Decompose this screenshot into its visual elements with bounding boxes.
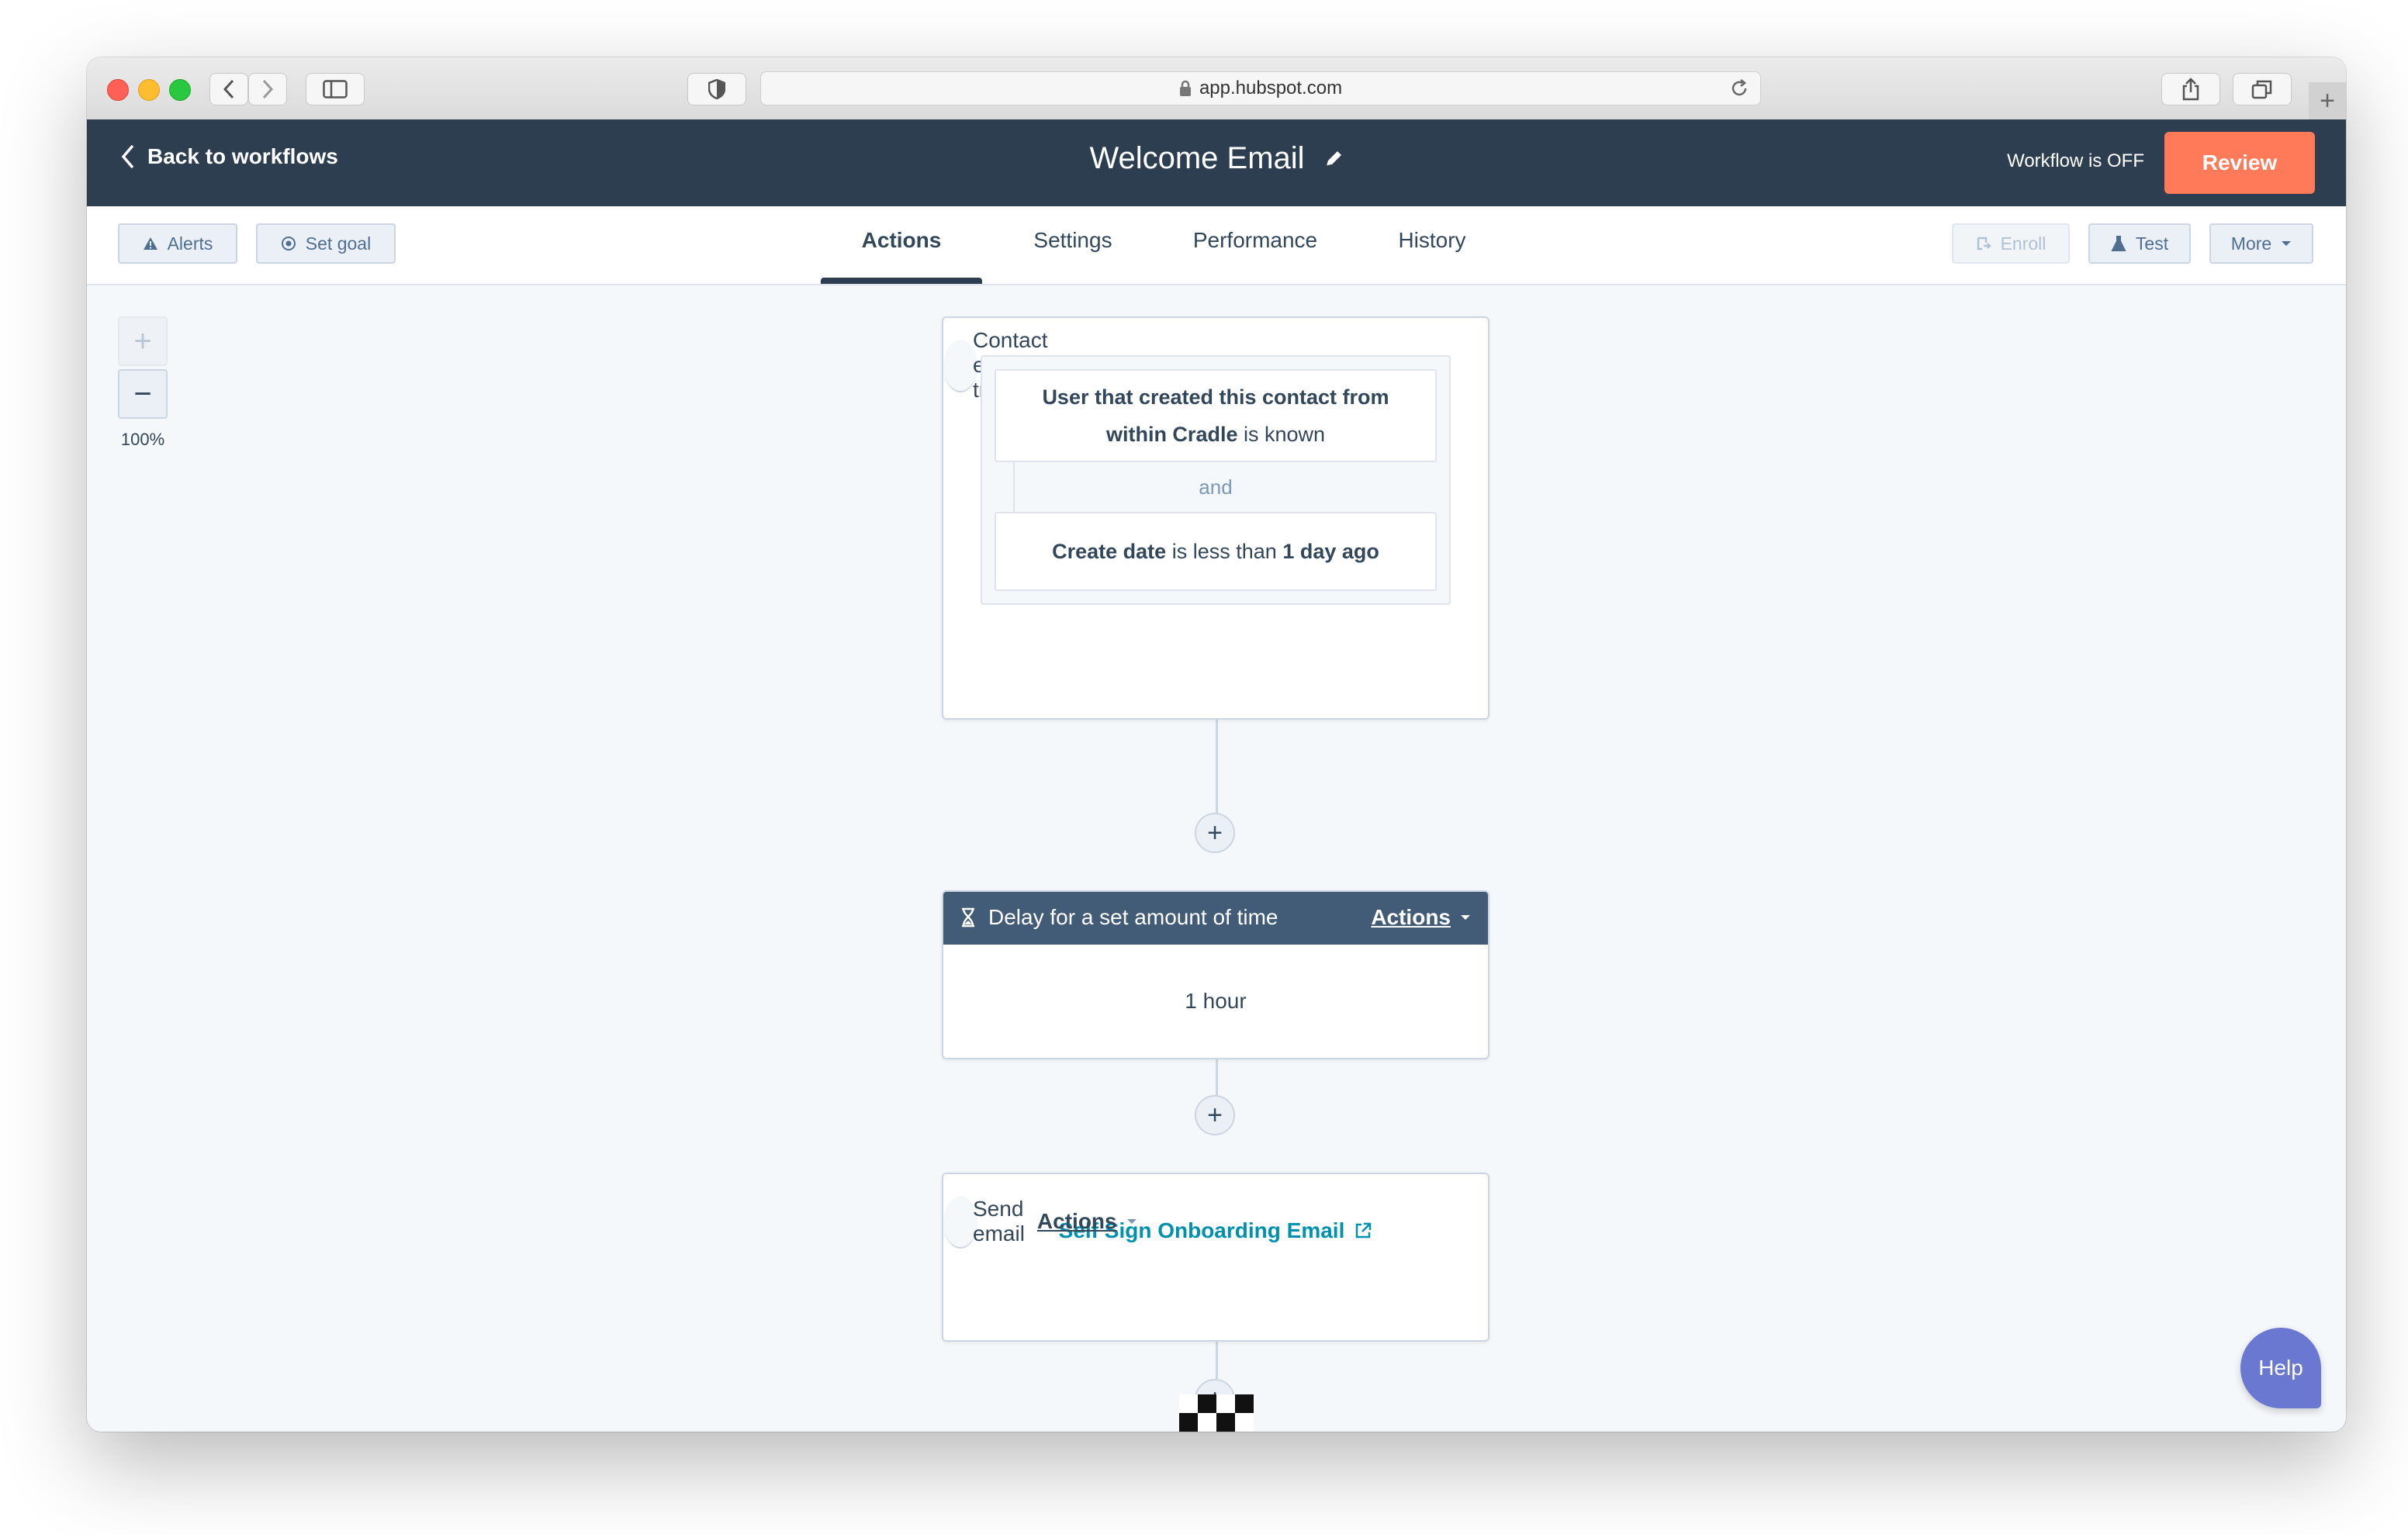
filter-value: 1 day ago: [1282, 540, 1379, 563]
chevron-left-icon: [223, 79, 234, 99]
alerts-button[interactable]: Alerts: [118, 223, 237, 264]
delay-duration: 1 hour: [1185, 989, 1247, 1013]
delay-action-card[interactable]: Delay for a set amount of time Actions 1…: [942, 890, 1489, 1059]
test-button[interactable]: Test: [2088, 223, 2191, 264]
zoom-window-button[interactable]: [169, 79, 191, 101]
address-bar[interactable]: app.hubspot.com: [760, 71, 1761, 105]
more-label: More: [2230, 233, 2272, 254]
send-email-actions-dropdown[interactable]: Actions: [1037, 1209, 1137, 1234]
filter-joiner: and: [995, 462, 1437, 512]
shield-icon: [708, 79, 725, 99]
browser-toolbar: app.hubspot.com +: [87, 57, 2346, 120]
sidebar-toggle-button[interactable]: [306, 73, 365, 105]
browser-window: app.hubspot.com + Back to workflows Welc…: [87, 57, 2346, 1432]
caret-down-icon: [1461, 915, 1470, 920]
trigger-filter-group[interactable]: User that created this contact from with…: [981, 355, 1451, 605]
trigger-filter[interactable]: Create date is less than 1 day ago: [995, 512, 1437, 591]
warning-icon: [143, 237, 157, 250]
zoom-level: 100%: [120, 430, 165, 449]
share-button[interactable]: [2161, 73, 2220, 105]
trigger-card-header: Contact enrollment trigger: [943, 328, 1074, 402]
workflow-header: Back to workflows Welcome Email Workflow…: [87, 119, 2346, 206]
set-goal-label: Set goal: [305, 233, 372, 254]
enroll-button[interactable]: Enroll: [1952, 223, 2070, 264]
active-tab-indicator: [821, 278, 982, 284]
tab-performance[interactable]: Performance: [1170, 228, 1341, 253]
caret-down-icon: [2282, 241, 2292, 246]
external-link-icon: [1356, 1222, 1372, 1239]
trigger-filter[interactable]: User that created this contact from with…: [995, 369, 1437, 462]
workflow-tabbar: Alerts Set goal Actions Settings Perform…: [87, 206, 2346, 285]
chevron-right-icon: [262, 79, 274, 99]
enroll-label: Enroll: [2000, 233, 2046, 254]
filter-property: Create date: [1052, 540, 1167, 563]
workflow-status: Workflow is OFF: [2007, 150, 2144, 171]
filter-operator: is less than: [1171, 540, 1277, 563]
pencil-icon[interactable]: [1323, 149, 1344, 169]
zoom-in-button[interactable]: +: [118, 316, 168, 366]
filter-property: User that created this contact from with…: [1042, 385, 1389, 446]
actions-label: Actions: [1036, 1209, 1117, 1233]
hourglass-icon: [962, 907, 974, 928]
help-button[interactable]: Help: [2240, 1328, 2321, 1408]
caret-down-icon: [1126, 1219, 1137, 1224]
workflow-end-flag-icon: [1179, 1394, 1254, 1432]
flask-icon: [2111, 236, 2126, 251]
delay-title: Delay for a set amount of time: [988, 905, 1278, 929]
workflow-name: Welcome Email: [1089, 141, 1305, 175]
plus-icon: +: [2320, 85, 2335, 116]
send-email-card-header: Send email Actions: [943, 1196, 1137, 1249]
enroll-icon: [1977, 237, 1991, 250]
tab-overview-button[interactable]: [2233, 73, 2292, 105]
test-label: Test: [2135, 233, 2169, 254]
share-icon: [2182, 78, 2199, 101]
sidebar-icon: [323, 80, 348, 98]
new-tab-button[interactable]: +: [2309, 82, 2346, 119]
add-action-button[interactable]: +: [1195, 1095, 1235, 1135]
send-email-body: Self Sign Onboarding Email: [943, 1174, 1488, 1287]
set-goal-button[interactable]: Set goal: [256, 223, 396, 264]
tabs-icon: [2251, 80, 2272, 99]
add-action-button[interactable]: +: [1195, 813, 1235, 853]
actions-label: Actions: [1371, 905, 1451, 929]
tab-history[interactable]: History: [1370, 228, 1494, 253]
filter-operator: is known: [1243, 423, 1326, 446]
target-icon: [281, 237, 296, 250]
review-button[interactable]: Review: [2164, 132, 2315, 194]
delay-actions-dropdown[interactable]: Actions: [1371, 905, 1471, 930]
send-email-title: Send email: [973, 1197, 1025, 1246]
url-text: app.hubspot.com: [1199, 78, 1343, 98]
reload-icon[interactable]: [1729, 78, 1749, 98]
tab-actions[interactable]: Actions: [821, 228, 982, 253]
privacy-report-button[interactable]: [687, 73, 746, 105]
browser-back-button[interactable]: [209, 73, 248, 105]
enrollment-trigger-card[interactable]: Contact enrollment trigger User that cre…: [942, 316, 1489, 720]
close-window-button[interactable]: [107, 79, 129, 101]
more-dropdown[interactable]: More: [2209, 223, 2313, 264]
zoom-out-button[interactable]: −: [118, 369, 168, 419]
tab-settings[interactable]: Settings: [1007, 228, 1139, 253]
browser-forward-button[interactable]: [248, 73, 287, 105]
delay-card-header: Delay for a set amount of time Actions: [943, 892, 1488, 945]
lock-icon: [1179, 80, 1191, 96]
send-email-action-card[interactable]: Send email Actions Self Sign Onboarding …: [942, 1173, 1489, 1342]
minimize-window-button[interactable]: [138, 79, 160, 101]
alerts-label: Alerts: [167, 233, 213, 254]
